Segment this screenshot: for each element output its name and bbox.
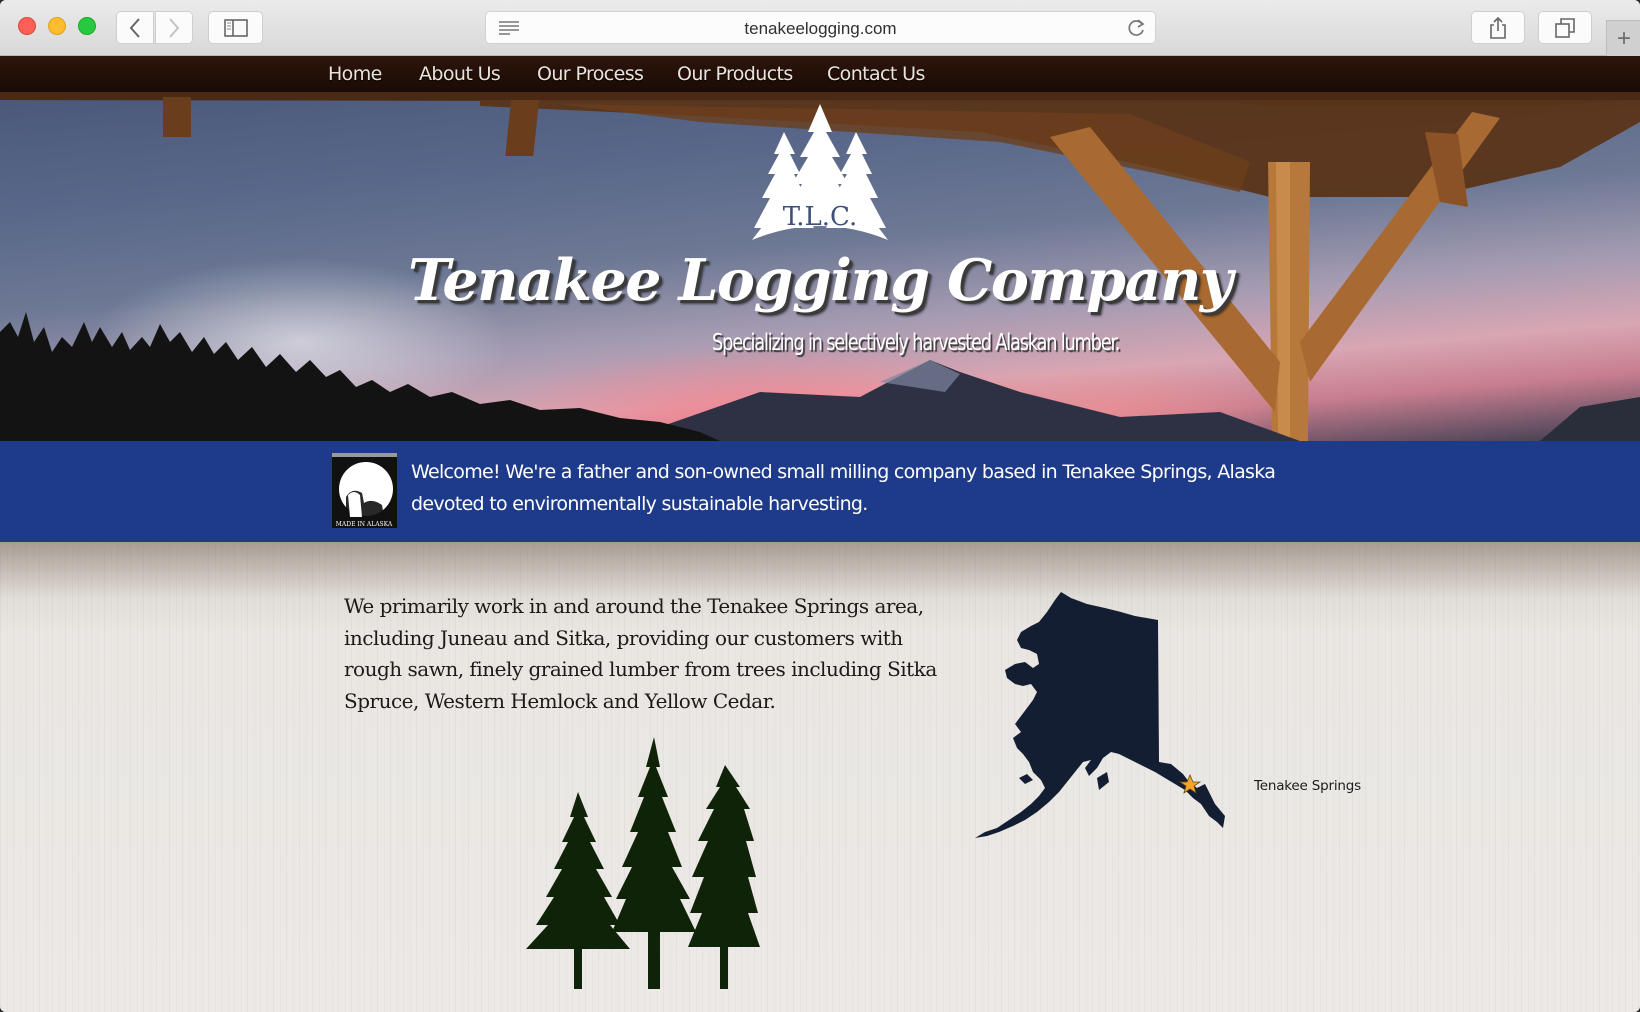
chevron-left-icon bbox=[129, 17, 140, 38]
browser-window: tenakeelogging.com + Home About Us Our P… bbox=[0, 0, 1640, 1012]
new-tab-button[interactable]: + bbox=[1606, 20, 1640, 56]
nav-our-products[interactable]: Our Products bbox=[677, 63, 793, 85]
map-label-tenakee-springs: Tenakee Springs bbox=[1254, 778, 1361, 794]
tree-cedar bbox=[688, 765, 760, 989]
trees-illustration bbox=[526, 737, 760, 989]
plus-icon: + bbox=[1616, 24, 1631, 52]
welcome-band: MADE IN ALASKA Welcome! We're a father a… bbox=[0, 441, 1640, 542]
intro-paragraph: We primarily work in and around the Tena… bbox=[344, 594, 937, 713]
tree-spruce bbox=[526, 792, 630, 989]
tlc-logo: T.L.C. bbox=[752, 104, 888, 240]
site-navigation: Home About Us Our Process Our Products C… bbox=[0, 56, 1640, 92]
nav-our-process[interactable]: Our Process bbox=[537, 63, 644, 85]
back-button[interactable] bbox=[116, 11, 154, 44]
zoom-window-button[interactable] bbox=[78, 17, 96, 35]
nav-home[interactable]: Home bbox=[328, 63, 382, 85]
browser-toolbar: tenakeelogging.com + bbox=[0, 0, 1640, 56]
logo-initials: T.L.C. bbox=[783, 202, 858, 232]
forward-button[interactable] bbox=[155, 11, 193, 44]
address-bar[interactable]: tenakeelogging.com bbox=[485, 11, 1156, 44]
minimize-window-button[interactable] bbox=[48, 17, 66, 35]
alaska-shape bbox=[975, 592, 1225, 838]
chevron-right-icon bbox=[169, 17, 180, 38]
reload-icon[interactable] bbox=[1125, 17, 1147, 39]
tree-hemlock bbox=[612, 737, 696, 989]
nav-contact-us[interactable]: Contact Us bbox=[827, 63, 925, 85]
made-in-alaska-badge: MADE IN ALASKA bbox=[332, 453, 397, 528]
tab-overview-button[interactable] bbox=[1538, 11, 1592, 44]
share-button[interactable] bbox=[1471, 11, 1525, 44]
tabs-icon bbox=[1555, 17, 1575, 38]
close-window-button[interactable] bbox=[18, 17, 36, 35]
welcome-text: Welcome! We're a father and son-owned sm… bbox=[411, 461, 1276, 515]
badge-text: MADE IN ALASKA bbox=[336, 521, 393, 528]
url-text[interactable]: tenakeelogging.com bbox=[486, 19, 1155, 39]
main-content: We primarily work in and around the Tena… bbox=[0, 542, 1640, 1012]
nav-about-us[interactable]: About Us bbox=[419, 63, 501, 85]
alaska-map bbox=[975, 592, 1225, 838]
polar-bear-icon: MADE IN ALASKA bbox=[332, 453, 397, 528]
sidebar-icon bbox=[223, 18, 248, 37]
hero-title: Tenakee Logging Company bbox=[408, 247, 1233, 314]
hero-subtitle: Specializing in selectively harvested Al… bbox=[712, 330, 1120, 356]
hero-banner: T.L.C. Tenakee Logging Company Specializ… bbox=[0, 92, 1640, 441]
sidebar-toggle-button[interactable] bbox=[208, 11, 263, 44]
share-icon bbox=[1490, 16, 1506, 39]
